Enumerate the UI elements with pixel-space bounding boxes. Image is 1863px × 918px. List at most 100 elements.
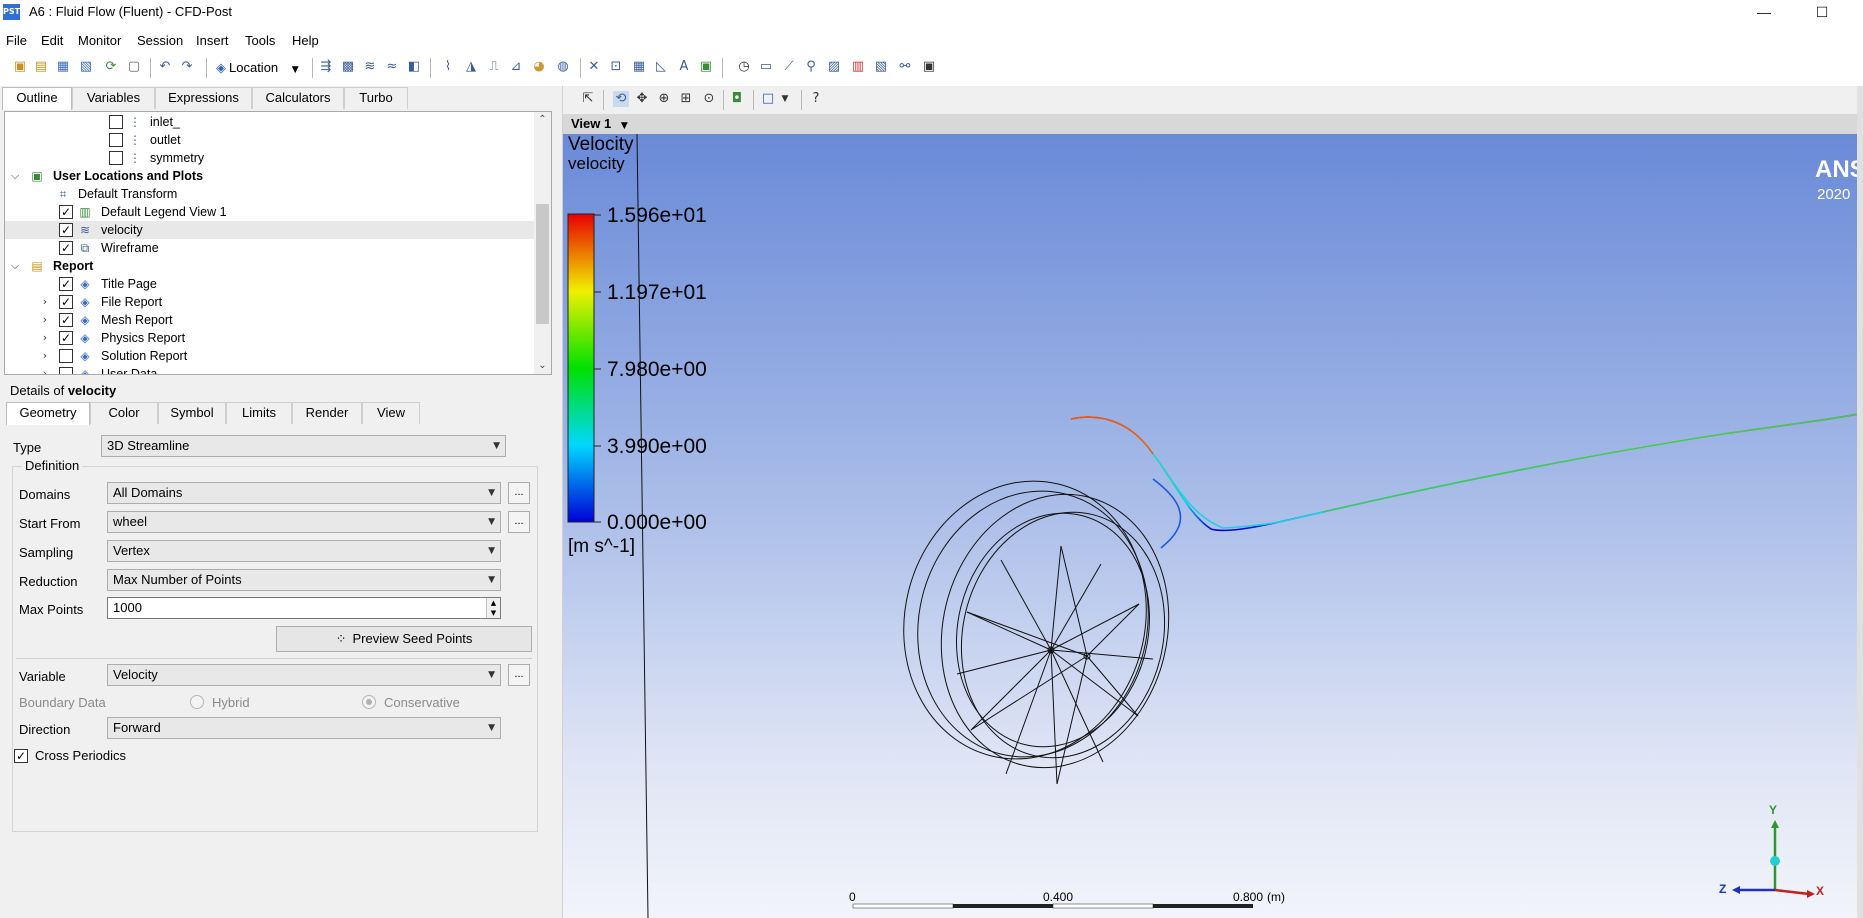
volume-icon[interactable]: ⌇ — [440, 59, 456, 75]
timestep-icon[interactable]: ◷ — [736, 59, 752, 75]
viewer-scrollbar[interactable] — [1857, 86, 1863, 918]
tab-calculators[interactable]: Calculators — [252, 87, 344, 109]
redo-icon[interactable]: ↷ — [179, 59, 195, 75]
domains-select[interactable]: All Domains ▼ — [107, 482, 501, 504]
tab-render[interactable]: Render — [292, 402, 362, 424]
maximize-button[interactable]: ☐ — [1802, 2, 1842, 22]
expand-chevron-icon[interactable]: › — [39, 329, 51, 347]
tree-item-physics-report[interactable]: › ✓ ◈ Physics Report — [5, 329, 535, 347]
vortex-core-icon[interactable]: ◍ — [555, 59, 571, 75]
menu-session[interactable]: Session — [137, 33, 183, 48]
checkbox-checked[interactable]: ✓ — [59, 205, 73, 219]
checkbox[interactable] — [59, 367, 73, 374]
load-state-icon[interactable]: ▦ — [55, 59, 71, 75]
query-icon[interactable]: ? — [808, 91, 824, 107]
chevron-down-icon[interactable]: ▼ — [777, 91, 793, 107]
expression-icon[interactable]: ✕ — [586, 59, 602, 75]
figure-icon[interactable]: ▣ — [698, 59, 714, 75]
tree-item-report[interactable]: ⌵ ▤ Report — [5, 257, 535, 275]
scrollbar-thumb[interactable] — [536, 204, 549, 324]
variable-icon[interactable]: ⊡ — [608, 59, 624, 75]
tab-variables[interactable]: Variables — [72, 87, 155, 109]
cross-periodics-checkbox[interactable]: ✓ — [14, 749, 28, 763]
probe-icon[interactable]: ⚲ — [803, 59, 819, 75]
type-select[interactable]: 3D Streamline ▼ — [101, 435, 506, 457]
function-calculator-icon[interactable]: ▨ — [826, 59, 842, 75]
checkbox-checked[interactable]: ✓ — [59, 295, 73, 309]
reduction-select[interactable]: Max Number of Points ▼ — [107, 569, 501, 591]
hybrid-radio[interactable] — [190, 695, 204, 709]
tab-turbo[interactable]: Turbo — [344, 87, 408, 109]
vector-icon[interactable]: ⇶ — [318, 59, 334, 75]
tree-item-symmetry[interactable]: ⋮ symmetry — [5, 149, 535, 167]
expand-chevron-icon[interactable]: › — [39, 365, 51, 374]
tab-outline[interactable]: Outline — [2, 87, 72, 110]
preview-seed-points-button[interactable]: ⁘ Preview Seed Points — [276, 626, 532, 652]
checkbox[interactable] — [109, 133, 123, 147]
tab-expressions[interactable]: Expressions — [155, 87, 252, 109]
tab-view[interactable]: View — [362, 402, 420, 424]
tree-item-title-page[interactable]: ✓ ◈ Title Page — [5, 275, 535, 293]
load-results-icon[interactable]: ▤ — [33, 59, 49, 75]
domains-browse-button[interactable]: ... — [508, 482, 530, 504]
print-icon[interactable]: ▢ — [126, 59, 142, 75]
minimize-button[interactable]: — — [1744, 2, 1784, 22]
zoom-fit-icon[interactable]: ⊙ — [701, 91, 717, 107]
variable-browse-button[interactable]: ... — [508, 664, 530, 686]
tree-item-solution-report[interactable]: › ◈ Solution Report — [5, 347, 535, 365]
variable-select[interactable]: Velocity ▼ — [107, 664, 501, 686]
chart-icon[interactable]: ◺ — [653, 59, 669, 75]
start-from-select[interactable]: wheel ▼ — [107, 511, 501, 533]
undo-icon[interactable]: ↶ — [157, 59, 173, 75]
contour-icon[interactable]: ▩ — [340, 59, 356, 75]
checkbox[interactable] — [109, 151, 123, 165]
start-from-browse-button[interactable]: ... — [508, 511, 530, 533]
streamline-icon[interactable]: ≋ — [362, 59, 378, 75]
spin-arrows-icon[interactable]: ▲ ▼ — [486, 598, 500, 618]
tree-item-default-legend[interactable]: ✓ ▥ Default Legend View 1 — [5, 203, 535, 221]
menu-file[interactable]: File — [6, 33, 27, 48]
expand-chevron-icon[interactable]: › — [39, 311, 51, 329]
table-icon[interactable]: ▦ — [631, 59, 647, 75]
checkbox[interactable] — [109, 115, 123, 129]
rotate-icon[interactable]: ⟲ — [613, 91, 629, 107]
select-icon[interactable]: ⇱ — [580, 91, 596, 107]
zoom-box-icon[interactable]: ⊞ — [678, 91, 694, 107]
conservative-radio[interactable] — [362, 695, 376, 709]
checkbox-checked[interactable]: ✓ — [59, 331, 73, 345]
tree-item-outlet[interactable]: ⋮ outlet — [5, 131, 535, 149]
tree-item-default-transform[interactable]: ⌗ Default Transform — [5, 185, 535, 203]
3d-viewport[interactable]: Velocity velocity 1.596e+01 1.197e+01 7.… — [563, 134, 1858, 918]
tree-item-user-data[interactable]: › ◈ User Data — [5, 365, 535, 374]
expand-chevron-icon[interactable]: › — [39, 347, 51, 365]
menu-help[interactable]: Help — [292, 33, 319, 48]
checkbox-checked[interactable]: ✓ — [59, 313, 73, 327]
checkbox[interactable] — [59, 349, 73, 363]
surface-group-icon[interactable]: ◕ — [531, 59, 547, 75]
animation-icon[interactable]: ▭ — [758, 59, 774, 75]
fit-view-icon[interactable]: ◘ — [729, 91, 745, 107]
mesh-calculator-icon[interactable]: ▧ — [873, 59, 889, 75]
tree-scrollbar[interactable]: ⌃ ⌄ — [534, 112, 551, 374]
turbo-surface-icon[interactable]: ⎍ — [486, 59, 502, 75]
tab-symbol[interactable]: Symbol — [158, 402, 226, 424]
tree-item-wireframe[interactable]: ✓ ⧉ Wireframe — [5, 239, 535, 257]
tree-item-velocity[interactable]: ✓ ≋ velocity — [5, 221, 535, 239]
max-points-input[interactable]: 1000 ▲ ▼ — [107, 597, 501, 619]
menu-tools[interactable]: Tools — [245, 33, 275, 48]
checkbox-checked[interactable]: ✓ — [59, 277, 73, 291]
tree-item-inlet[interactable]: ⋮ inlet_ — [5, 113, 535, 131]
tab-limits[interactable]: Limits — [226, 402, 292, 424]
tab-geometry[interactable]: Geometry — [6, 402, 90, 425]
command-editor-icon[interactable]: ▣ — [921, 59, 937, 75]
volume-rendering-icon[interactable]: ◧ — [406, 59, 422, 75]
viewport-layout-icon[interactable]: □ — [760, 91, 776, 107]
refresh-icon[interactable]: ⟳ — [103, 59, 119, 75]
tree-item-mesh-report[interactable]: › ✓ ◈ Mesh Report — [5, 311, 535, 329]
isosurface-icon[interactable]: ◮ — [463, 59, 479, 75]
view-tab[interactable]: View 1 ▼ — [571, 116, 628, 131]
expand-chevron-icon[interactable]: › — [39, 293, 51, 311]
direction-select[interactable]: Forward ▼ — [107, 717, 501, 739]
tab-color[interactable]: Color — [90, 402, 158, 424]
menu-monitor[interactable]: Monitor — [78, 33, 121, 48]
